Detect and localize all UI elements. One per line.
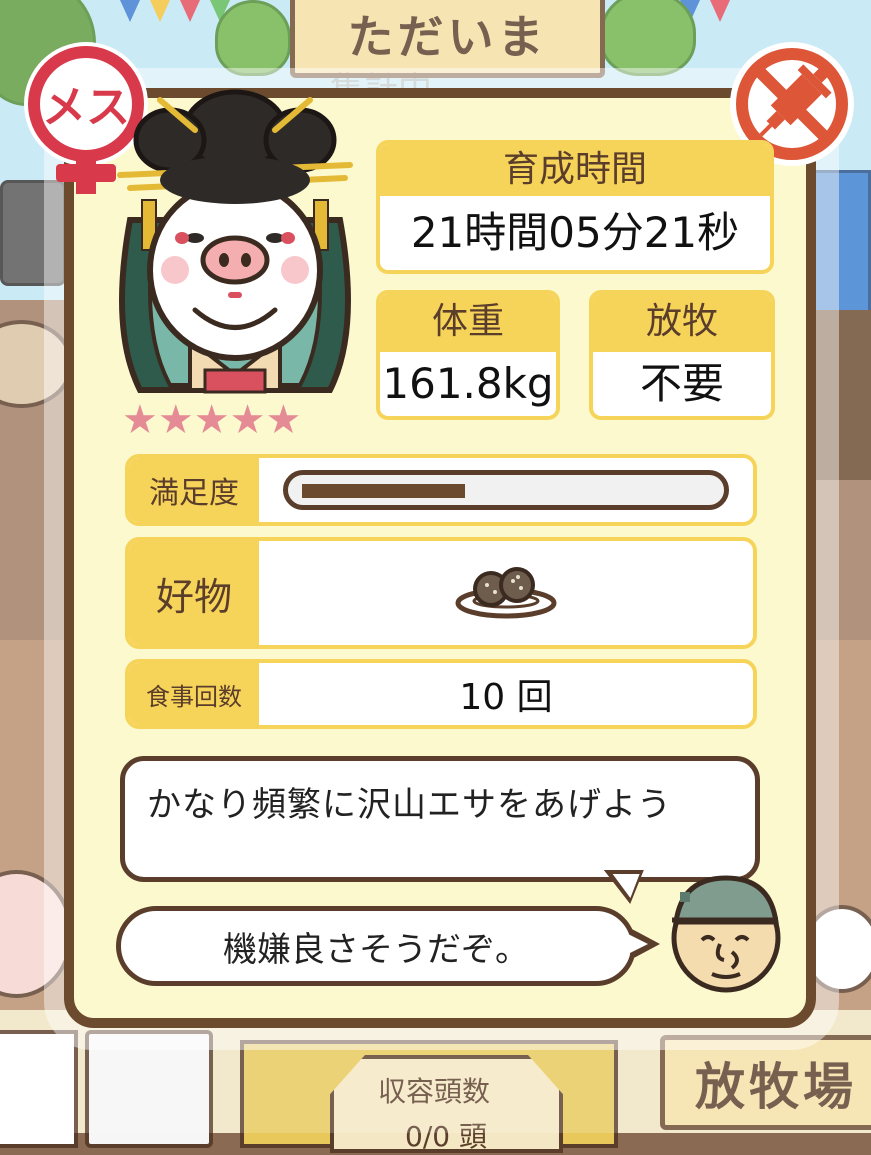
weight-card: 体重 161.8kg (376, 290, 560, 420)
mood-bubble-tail-inner (628, 934, 648, 954)
pig-portrait-icon (117, 89, 353, 394)
satisfaction-row: 満足度 (125, 454, 757, 526)
pasture-card: 放牧 不要 (589, 290, 775, 420)
growth-time-label: 育成時間 (380, 144, 770, 196)
pasture-label: 放牧 (593, 294, 771, 352)
weight-value: 161.8kg (382, 359, 554, 408)
meal-count-value: 10 回 (459, 677, 553, 718)
satisfaction-meter-area (259, 458, 753, 522)
pasture-value: 不要 (639, 359, 724, 408)
farmer-avatar-icon (671, 875, 781, 993)
advice-speech-bubble: かなり頻繁に沢山エサをあげよう (120, 756, 760, 882)
mood-speech-bubble: 機嫌良さそうだぞ。 (116, 906, 636, 986)
mood-text: 機嫌良さそうだぞ。 (223, 929, 529, 970)
meal-count-content: 10 回 (259, 663, 753, 725)
rarity-stars-text: ★★★★★ (122, 397, 302, 443)
favorite-food-row: 好物 (125, 537, 757, 649)
satisfaction-meter-fill (302, 484, 465, 498)
growth-time-value: 21時間05分21秒 (410, 208, 740, 257)
satisfaction-label: 満足度 (129, 458, 259, 522)
favorite-food-content (259, 541, 753, 645)
meal-count-row: 食事回数 10 回 (125, 659, 757, 729)
advice-text: かなり頻繁に沢山エサをあげよう (147, 785, 672, 825)
meal-count-label: 食事回数 (129, 663, 259, 725)
favorite-food-label: 好物 (129, 541, 259, 645)
weight-label: 体重 (380, 294, 556, 352)
growth-time-card: 育成時間 21時間05分21秒 (376, 140, 774, 274)
food-plate-icon (455, 567, 557, 619)
satisfaction-meter (283, 470, 729, 510)
rarity-stars: ★★★★★ (122, 398, 352, 442)
